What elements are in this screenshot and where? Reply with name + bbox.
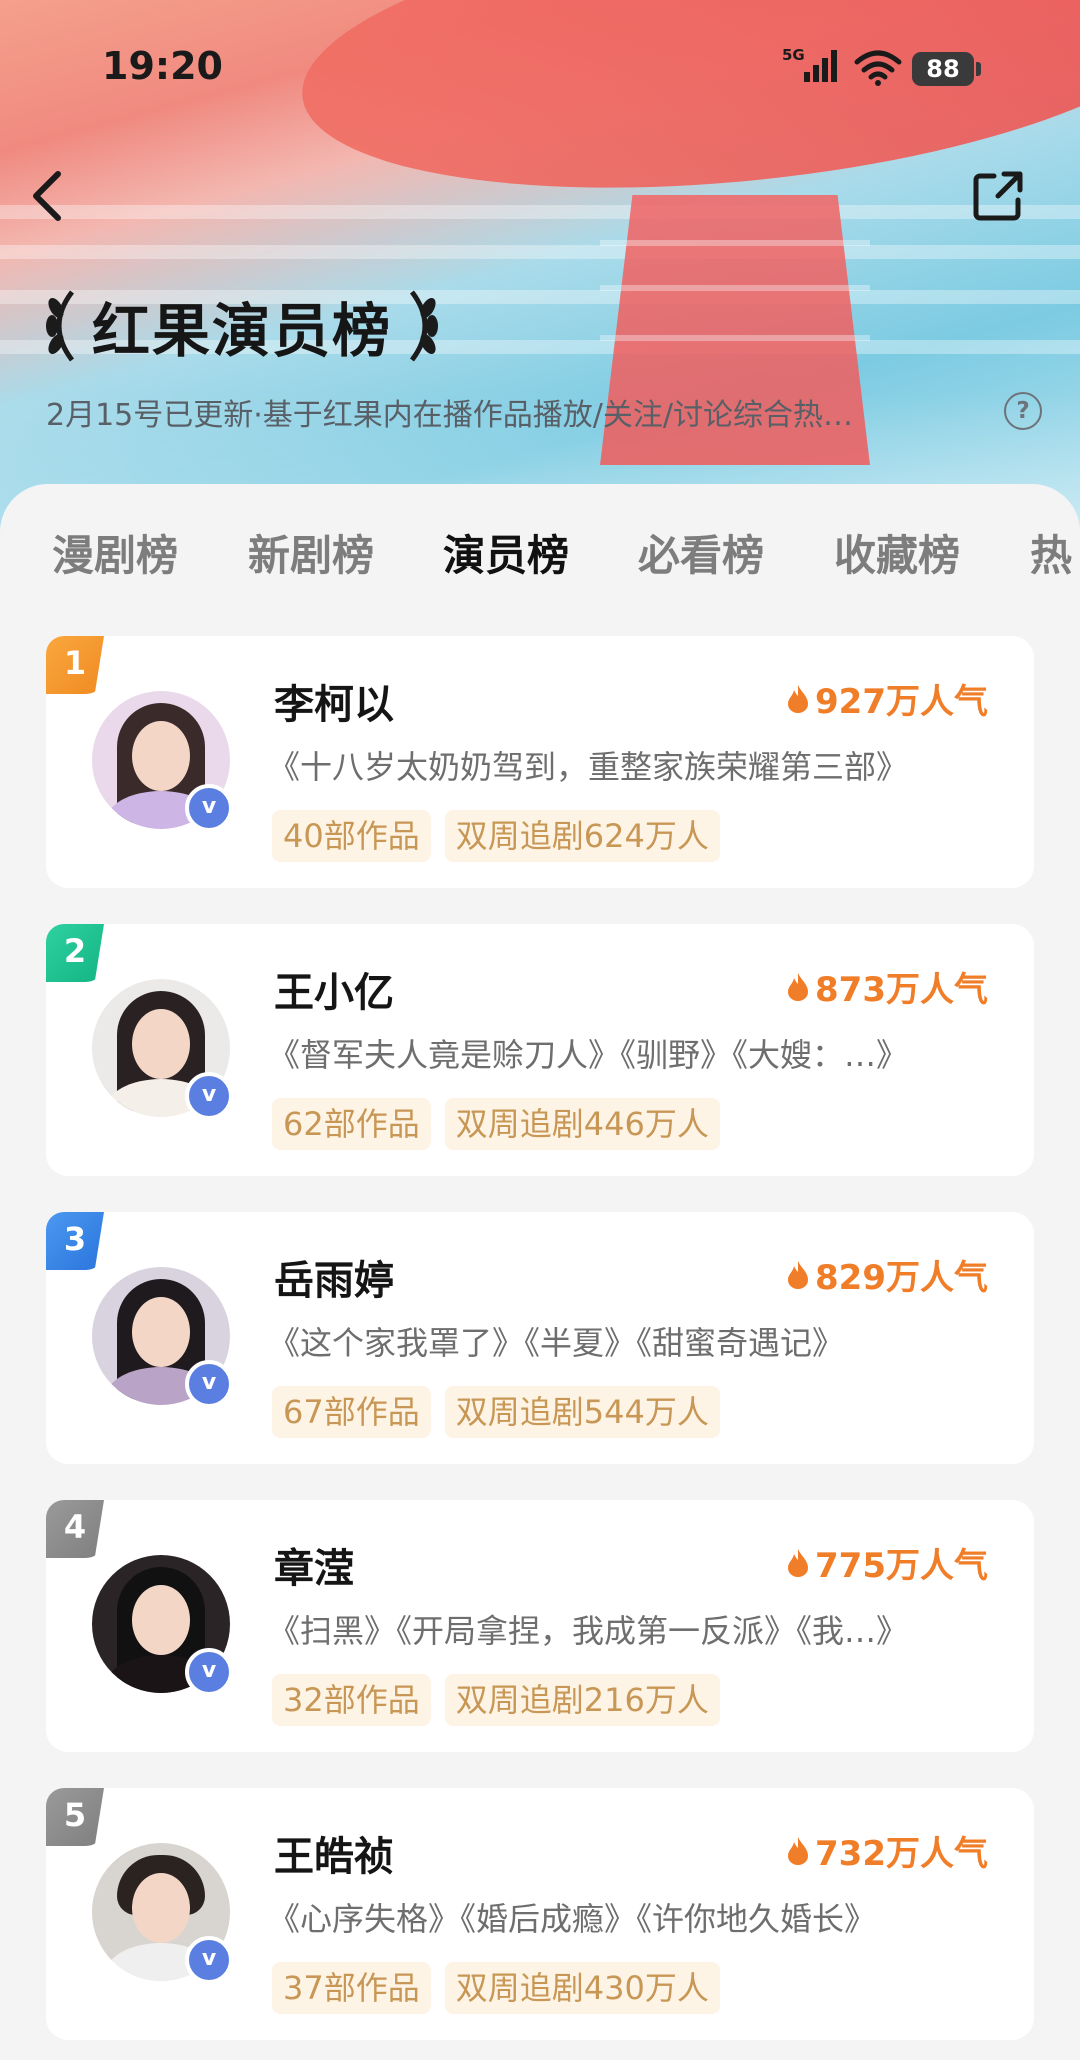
ranking-tabs: 漫剧榜 新剧榜 演员榜 必看榜 收藏榜 热 xyxy=(0,522,1080,592)
popularity-text: 873万人气 xyxy=(815,970,988,1010)
popularity-text: 829万人气 xyxy=(815,1258,988,1298)
works-count-tag: 37部作品 xyxy=(272,1962,431,2014)
rank-badge: 5 xyxy=(46,1788,104,1846)
works-count-tag: 62部作品 xyxy=(272,1098,431,1150)
stair-step xyxy=(600,335,870,341)
actor-card[interactable]: 5 v 王皓祯 732万人气 《心序失格》《婚后成瘾》《许你地久婚长》 37部作… xyxy=(46,1788,1034,2040)
works-list: 《心序失格》《婚后成瘾》《许你地久婚长》 xyxy=(268,1900,877,1938)
verified-badge-icon: v xyxy=(185,1360,233,1408)
actor-name: 王皓祯 xyxy=(274,1834,394,1880)
rank-badge: 2 xyxy=(46,924,104,982)
flame-icon xyxy=(788,684,809,713)
stats-tags: 62部作品 双周追剧446万人 xyxy=(272,1098,720,1150)
popularity-score: 775万人气 xyxy=(787,1538,988,1587)
flame-icon xyxy=(788,1260,809,1289)
works-count-tag: 40部作品 xyxy=(272,810,431,862)
rank-badge: 4 xyxy=(46,1500,104,1558)
tab-hot[interactable]: 热 xyxy=(1030,522,1072,583)
laurel-left-icon xyxy=(46,290,75,362)
followers-tag: 双周追剧216万人 xyxy=(444,1674,720,1726)
tab-favorites[interactable]: 收藏榜 xyxy=(834,522,960,583)
tab-must-watch[interactable]: 必看榜 xyxy=(638,522,764,583)
followers-tag: 双周追剧544万人 xyxy=(444,1386,720,1438)
stats-tags: 37部作品 双周追剧430万人 xyxy=(272,1962,720,2014)
followers-tag: 双周追剧624万人 xyxy=(444,810,720,862)
actor-card[interactable]: 1 v 李柯以 927万人气 《十八岁太奶奶驾到，重整家族荣耀第三部》 40部作… xyxy=(46,636,1034,888)
actor-name: 岳雨婷 xyxy=(274,1258,394,1304)
laurel-right-icon xyxy=(409,290,439,362)
rank-badge: 1 xyxy=(46,636,104,694)
update-description: 2月15号已更新·基于红果内在播作品播放/关注/讨论综合热… xyxy=(46,398,854,433)
stair-step xyxy=(600,285,870,291)
actor-name: 王小亿 xyxy=(274,970,394,1016)
share-icon[interactable] xyxy=(970,168,1026,224)
flame-icon xyxy=(788,1836,809,1865)
popularity-text: 927万人气 xyxy=(815,682,988,722)
network-label: 5G xyxy=(782,46,805,64)
actor-card[interactable]: 4 v 章滢 775万人气 《扫黑》《开局拿捏，我成第一反派》《我…》 32部作… xyxy=(46,1500,1034,1752)
actor-card[interactable]: 3 v 岳雨婷 829万人气 《这个家我罩了》《半夏》《甜蜜奇遇记》 67部作品… xyxy=(46,1212,1034,1464)
battery-tip xyxy=(976,62,981,76)
stair-step xyxy=(600,240,870,246)
works-list: 《督军夫人竟是赊刀人》《驯野》《大嫂：…》 xyxy=(268,1036,909,1074)
tab-manju[interactable]: 漫剧榜 xyxy=(52,522,178,583)
cellular-signal-icon: 5G xyxy=(782,46,837,82)
verified-badge-icon: v xyxy=(185,1936,233,1984)
stats-tags: 67部作品 双周追剧544万人 xyxy=(272,1386,720,1438)
battery-indicator: 88 xyxy=(912,52,974,86)
actor-name: 章滢 xyxy=(274,1546,354,1592)
page-title-block: 红果演员榜 xyxy=(42,286,442,366)
status-time: 19:20 xyxy=(102,44,223,88)
popularity-score: 873万人气 xyxy=(787,962,988,1011)
works-count-tag: 67部作品 xyxy=(272,1386,431,1438)
works-list: 《这个家我罩了》《半夏》《甜蜜奇遇记》 xyxy=(268,1324,845,1362)
rank-badge: 3 xyxy=(46,1212,104,1270)
tab-actors[interactable]: 演员榜 xyxy=(443,522,569,583)
verified-badge-icon: v xyxy=(185,1648,233,1696)
stats-tags: 32部作品 双周追剧216万人 xyxy=(272,1674,720,1726)
verified-badge-icon: v xyxy=(185,1072,233,1120)
hero-stripe xyxy=(0,245,1080,259)
works-list: 《十八岁太奶奶驾到，重整家族荣耀第三部》 xyxy=(268,748,909,786)
popularity-text: 775万人气 xyxy=(815,1546,988,1586)
works-list: 《扫黑》《开局拿捏，我成第一反派》《我…》 xyxy=(268,1612,909,1650)
followers-tag: 双周追剧446万人 xyxy=(444,1098,720,1150)
help-icon[interactable]: ? xyxy=(1004,392,1042,430)
followers-tag: 双周追剧430万人 xyxy=(444,1962,720,2014)
tab-new-drama[interactable]: 新剧榜 xyxy=(248,522,374,583)
wifi-icon xyxy=(854,50,902,86)
popularity-text: 732万人气 xyxy=(815,1834,988,1874)
flame-icon xyxy=(788,1548,809,1577)
back-icon[interactable] xyxy=(26,166,76,226)
hero-stripe xyxy=(0,205,1080,219)
actor-card[interactable]: 2 v 王小亿 873万人气 《督军夫人竟是赊刀人》《驯野》《大嫂：…》 62部… xyxy=(46,924,1034,1176)
page-title: 红果演员榜 xyxy=(92,297,393,365)
popularity-score: 732万人气 xyxy=(787,1826,988,1875)
popularity-score: 829万人气 xyxy=(787,1250,988,1299)
popularity-score: 927万人气 xyxy=(787,674,988,723)
flame-icon xyxy=(788,972,809,1001)
actor-name: 李柯以 xyxy=(274,682,394,728)
works-count-tag: 32部作品 xyxy=(272,1674,431,1726)
verified-badge-icon: v xyxy=(185,784,233,832)
stats-tags: 40部作品 双周追剧624万人 xyxy=(272,810,720,862)
status-bar: 19:20 5G 88 xyxy=(0,0,1080,120)
